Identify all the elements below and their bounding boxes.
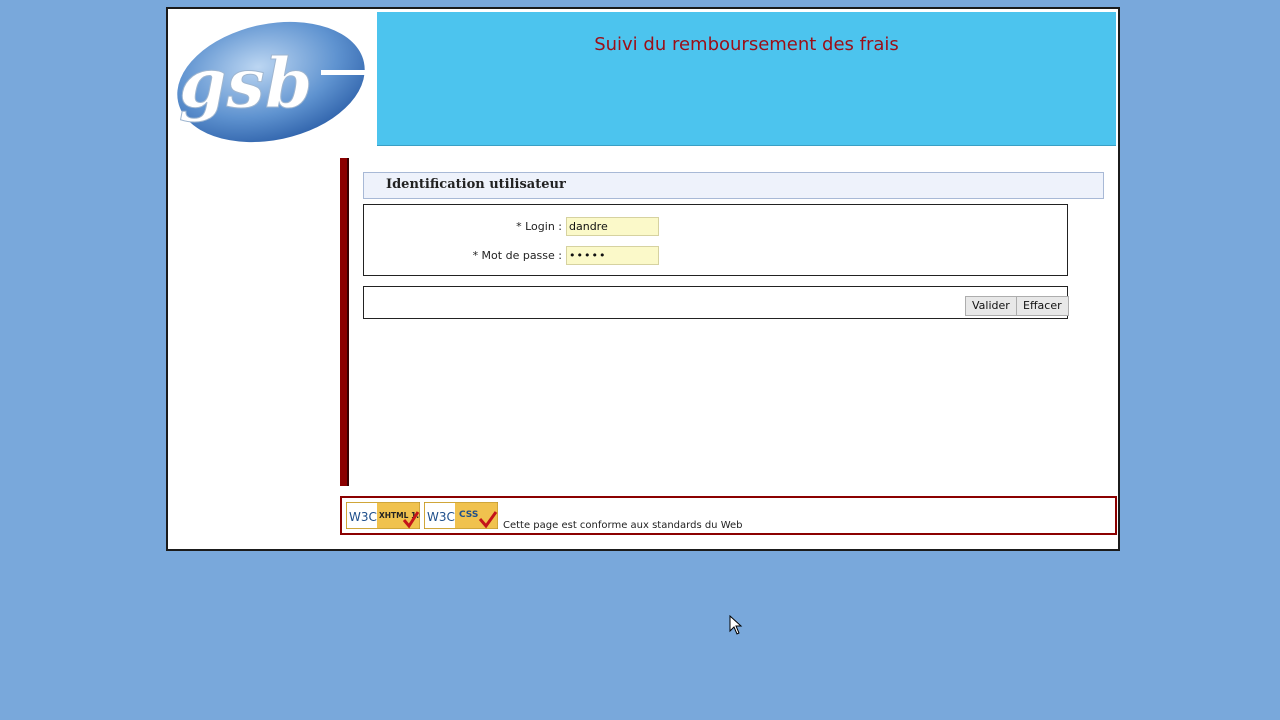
svg-text:W3C: W3C <box>427 510 455 524</box>
w3c-xhtml-badge[interactable]: W3C XHTML 1.0 <box>346 502 420 529</box>
svg-text:W3C: W3C <box>349 510 377 524</box>
footer-text: Cette page est conforme aux standards du… <box>503 520 743 531</box>
header-banner: gsb Suivi du remboursement des frais <box>171 12 1116 146</box>
validate-button[interactable]: Valider <box>965 296 1017 316</box>
page-title: Suivi du remboursement des frais <box>594 34 899 55</box>
app-window: gsb Suivi du remboursement des frais Ide… <box>166 7 1120 551</box>
footer: W3C XHTML 1.0 W3C CSS Cette page est con… <box>340 496 1117 535</box>
password-label: * Mot de passe : <box>472 249 562 262</box>
logo-lettering: gsb <box>179 44 312 124</box>
clear-button[interactable]: Effacer <box>1016 296 1069 316</box>
mouse-cursor-icon <box>729 615 743 635</box>
password-row: * Mot de passe : <box>364 246 1067 266</box>
w3c-css-badge[interactable]: W3C CSS <box>424 502 498 529</box>
svg-text:CSS: CSS <box>459 510 478 520</box>
form-actions: Valider Effacer <box>363 286 1069 319</box>
section-title: Identification utilisateur <box>386 177 566 192</box>
password-input[interactable] <box>566 246 659 265</box>
login-input[interactable] <box>566 217 659 236</box>
login-label: * Login : <box>516 220 562 233</box>
gsb-logo: gsb <box>171 12 377 146</box>
section-header: Identification utilisateur <box>363 172 1104 199</box>
login-row: * Login : <box>364 217 1067 237</box>
login-form: * Login : * Mot de passe : <box>363 204 1068 276</box>
left-accent-bar <box>340 158 349 486</box>
